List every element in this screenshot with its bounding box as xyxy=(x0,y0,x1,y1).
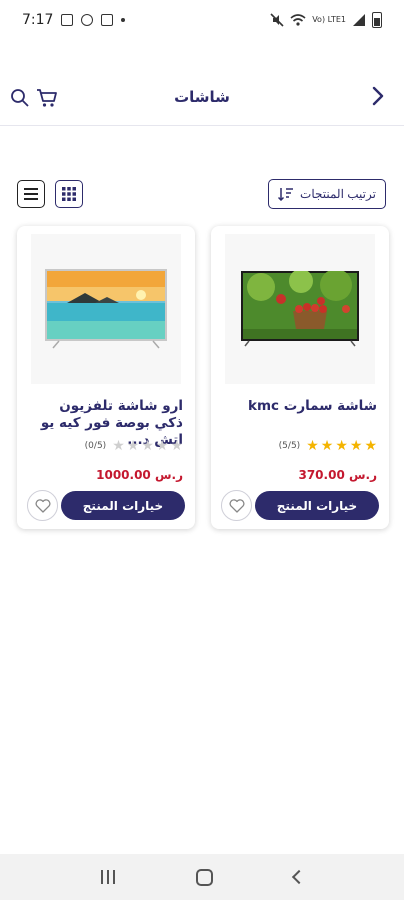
chevron-right-icon[interactable] xyxy=(366,84,390,108)
app-notification-icon xyxy=(81,14,94,26)
product-price: 1000.00 ر.س xyxy=(96,468,183,482)
star-icon: ★ xyxy=(155,438,169,454)
network-label: Vo) LTE1 xyxy=(312,15,346,24)
more-notifications-icon xyxy=(121,18,126,22)
sort-label: ترتيب المنتجات xyxy=(300,187,376,201)
status-left: 7:17 xyxy=(22,12,126,28)
product-title[interactable]: شاشة سمارت kmc xyxy=(221,398,377,415)
star-icon: ★ xyxy=(349,438,363,454)
product-rating: (5/5) ★ ★ ★ ★ ★ xyxy=(279,439,377,453)
star-icon: ★ xyxy=(364,438,377,454)
tv-image-orchard xyxy=(241,271,359,347)
grid-icon xyxy=(62,187,76,201)
system-nav-bar xyxy=(0,854,404,900)
status-bar: 7:17 Vo) LTE1 xyxy=(0,0,404,40)
wishlist-button[interactable] xyxy=(27,490,58,521)
star-icon: ★ xyxy=(335,438,348,454)
star-icon: ★ xyxy=(112,438,125,454)
star-icon: ★ xyxy=(170,438,183,454)
wifi-icon xyxy=(290,14,306,26)
page-title: شاشات xyxy=(174,88,230,106)
star-icon: ★ xyxy=(126,438,140,454)
status-right: Vo) LTE1 xyxy=(270,12,382,28)
home-icon[interactable] xyxy=(195,868,213,886)
sort-products-button[interactable]: ترتيب المنتجات xyxy=(268,179,386,209)
battery-icon xyxy=(372,12,382,28)
mute-icon xyxy=(270,13,284,27)
product-card[interactable]: ارو شاشة تلفزيون ذكي بوصة فور كيه يو اتش… xyxy=(17,226,195,529)
rating-text: (0/5) xyxy=(84,441,107,451)
gallery-icon xyxy=(61,14,74,26)
status-time: 7:17 xyxy=(22,12,54,28)
product-image[interactable] xyxy=(225,234,375,384)
star-icon: ★ xyxy=(320,438,334,454)
product-options-button[interactable]: خيارات المنتج xyxy=(255,491,379,520)
mail-icon xyxy=(101,14,114,26)
heart-icon xyxy=(229,498,244,513)
product-image[interactable] xyxy=(31,234,181,384)
wishlist-button[interactable] xyxy=(221,490,252,521)
recent-apps-icon[interactable] xyxy=(100,870,115,884)
list-icon xyxy=(24,188,38,200)
heart-icon xyxy=(35,498,50,513)
app-header: شاشات xyxy=(0,70,404,126)
list-view-button[interactable] xyxy=(17,180,45,208)
star-icon: ★ xyxy=(141,438,154,454)
sort-icon xyxy=(278,188,294,201)
product-price: 370.00 ر.س xyxy=(298,468,377,482)
signal-icon xyxy=(353,14,365,26)
product-options-button[interactable]: خيارات المنتج xyxy=(61,491,185,520)
star-icon: ★ xyxy=(306,438,319,454)
back-icon[interactable] xyxy=(291,869,306,885)
product-rating: (0/5) ★ ★ ★ ★ ★ xyxy=(85,439,183,453)
grid-view-button[interactable] xyxy=(55,180,83,208)
rating-text: (5/5) xyxy=(278,441,301,451)
tv-image-seascape xyxy=(45,269,167,349)
product-card[interactable]: شاشة سمارت kmc (5/5) ★ ★ ★ ★ ★ 370.00 ر.… xyxy=(211,226,389,529)
